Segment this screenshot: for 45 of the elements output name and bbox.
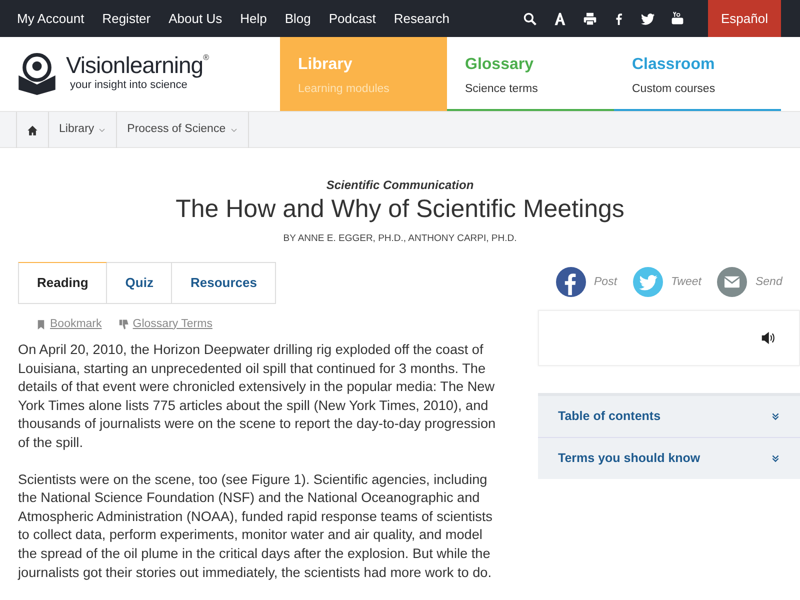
- byline: BY ANNE E. EGGER, PH.D., ANTHONY CARPI, PH.D.: [282, 232, 518, 246]
- accordion-header[interactable]: Table of contents: [538, 396, 800, 437]
- article-paragraph: On April 20, 2010, the Horizon Deepwater drilling rig exploded off the coast of Louisiana, starting an unprecedented oil spill that continued for 3 months. The details of that event were chronicled extensively in the popular media: The New York Times alone lists 775 articles about the spill (New York Times, 2010), and thousands of journalists were on the scene to report the day-to-day progression of the spill.: [18, 341, 497, 452]
- eye-logo-icon: [16, 50, 58, 98]
- email-icon[interactable]: [717, 267, 748, 298]
- article-title: The How and Why of Scientific Meetings: [174, 194, 626, 224]
- youtube-icon[interactable]: [671, 11, 684, 26]
- registered-mark: ®: [203, 54, 209, 62]
- tab[interactable]: Quiz: [107, 262, 172, 304]
- chevron-down-icon: [230, 126, 238, 134]
- nav-link[interactable]: About Us: [160, 8, 232, 28]
- print-icon[interactable]: [583, 12, 598, 26]
- nav-link[interactable]: My Account: [8, 8, 94, 28]
- home-icon: [27, 124, 38, 136]
- tool-link[interactable]: Glossary Terms: [132, 316, 212, 333]
- tab[interactable]: Resources: [172, 262, 276, 304]
- breadcrumb-link[interactable]: Library: [49, 112, 118, 148]
- speaker-icon[interactable]: [761, 331, 775, 346]
- tab[interactable]: Reading: [18, 262, 108, 304]
- share-link[interactable]: Post: [594, 274, 618, 291]
- accordion-header[interactable]: Terms you should know: [538, 437, 800, 479]
- nav-link[interactable]: Blog: [276, 8, 320, 28]
- double-chevron-down-icon: [771, 454, 780, 463]
- chevron-down-icon: [98, 126, 106, 134]
- nav-link[interactable]: Register: [93, 8, 160, 28]
- facebook-icon[interactable]: [556, 267, 586, 298]
- double-chevron-down-icon: [771, 412, 780, 422]
- category-label: Scientific Communication: [325, 177, 475, 194]
- bookmark-icon: [36, 318, 46, 331]
- nav-link[interactable]: Research: [384, 8, 459, 28]
- font-size-icon[interactable]: [553, 12, 568, 26]
- logo-wordmark: Visionlearning: [66, 54, 204, 78]
- nav-link[interactable]: Help: [231, 8, 276, 28]
- article-paragraph: Scientists were on the scene, too (see Figure 1). Scientific agencies, including the National Science Foundation (NSF) and the National Oceanographic and Atmospheric Administration (NOAA), funded rapid response teams of scientists to collect data, perform experiments, monitor water and air quality, and model the spread of the oil plume in the critical days after the explosion. But while the journalists got their stories out immediately, the scientists had more work to do.: [18, 470, 494, 582]
- nav-link[interactable]: Podcast: [320, 8, 385, 28]
- logo-tagline: your insight into science: [70, 78, 188, 94]
- twitter-icon[interactable]: [641, 12, 656, 26]
- thumbs-down-icon: [118, 318, 129, 331]
- language-button[interactable]: Español: [708, 0, 781, 37]
- tool-link[interactable]: Bookmark: [50, 316, 102, 333]
- home-link[interactable]: [16, 112, 49, 148]
- search-icon[interactable]: [523, 12, 538, 26]
- breadcrumb-link[interactable]: Process of Science: [117, 112, 249, 148]
- share-link[interactable]: Send: [755, 274, 782, 291]
- share-link[interactable]: Tweet: [671, 274, 702, 291]
